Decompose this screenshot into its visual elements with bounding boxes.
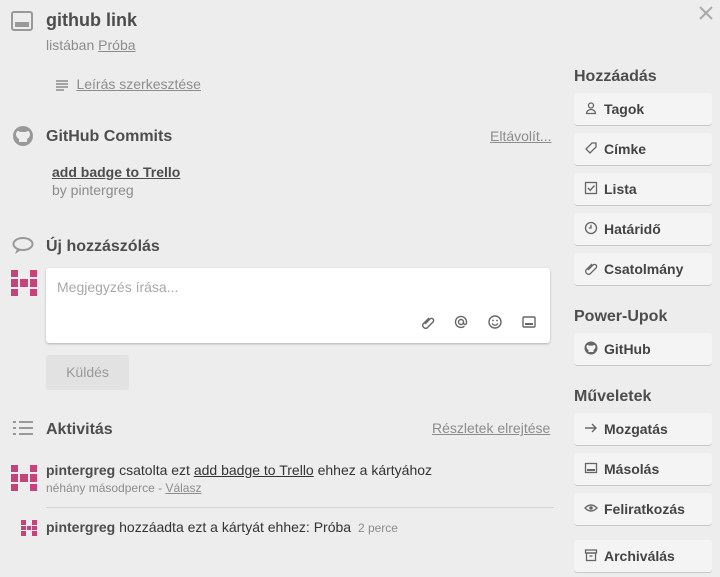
labels-button[interactable]: Címke <box>574 133 712 165</box>
members-label: Tagok <box>604 101 645 117</box>
clock-icon <box>584 221 598 235</box>
activity-meta: néhány másodperce - Válasz <box>46 481 201 495</box>
comment-icon <box>12 237 34 260</box>
attachment-label: Csatolmány <box>604 261 684 277</box>
activity-dash: - <box>158 481 163 495</box>
activity-divider <box>46 507 554 508</box>
subscribe-label: Feliratkozás <box>604 501 685 517</box>
checklist-button[interactable]: Lista <box>574 173 712 205</box>
activity-icon <box>12 420 34 443</box>
github-commits-heading: GitHub Commits <box>46 128 173 145</box>
tag-icon <box>585 142 597 154</box>
github-label: GitHub <box>604 341 651 357</box>
reply-link[interactable]: Válasz <box>165 481 201 495</box>
hide-details-link[interactable]: Részletek elrejtése <box>432 420 550 436</box>
emoji-icon[interactable] <box>488 315 502 329</box>
due-date-button[interactable]: Határidő <box>574 213 712 245</box>
activity-avatar[interactable] <box>11 465 37 491</box>
mention-icon[interactable] <box>454 315 468 329</box>
close-icon[interactable] <box>697 4 715 27</box>
add-heading: Hozzáadás <box>574 68 657 85</box>
remove-link[interactable]: Eltávolít... <box>490 128 551 144</box>
archive-icon <box>584 549 598 562</box>
comment-input[interactable]: Megjegyzés írása... <box>46 268 550 343</box>
copy-label: Másolás <box>604 461 660 477</box>
labels-label: Címke <box>604 141 647 157</box>
activity-item: pintergreg csatolta ezt add badge to Tre… <box>46 462 432 478</box>
card-list-info: listában Próba <box>46 37 136 53</box>
edit-description-label: Leírás szerkesztése <box>76 76 201 92</box>
activity-text-b: ehhez a kártyához <box>317 462 433 478</box>
activity-text-a: csatolta ezt <box>119 462 190 478</box>
new-comment-heading: Új hozzászólás <box>46 238 160 255</box>
activity-time: 2 perce <box>357 521 398 535</box>
attachment-button[interactable]: Csatolmány <box>574 253 712 285</box>
due-date-label: Határidő <box>604 221 661 237</box>
activity-heading: Aktivitás <box>46 421 113 438</box>
avatar[interactable] <box>11 270 37 296</box>
archive-button[interactable]: Archiválás <box>574 540 712 572</box>
powerups-heading: Power-Upok <box>574 308 668 325</box>
paperclip-icon <box>585 263 598 275</box>
commit-author: by pintergreg <box>52 182 134 198</box>
github-icon <box>584 341 598 355</box>
checklist-label: Lista <box>604 181 637 197</box>
send-label: Küldés <box>66 364 109 380</box>
person-icon <box>585 102 597 115</box>
move-label: Mozgatás <box>604 421 668 437</box>
card-title[interactable]: github link <box>46 10 137 31</box>
card-icon <box>584 462 598 474</box>
activity-avatar-small[interactable] <box>21 520 37 536</box>
activity-text: hozzáadta ezt a kártyát ehhez: Próba <box>119 519 352 535</box>
eye-icon <box>584 504 598 512</box>
commit-title[interactable]: add badge to Trello <box>52 164 180 180</box>
github-icon <box>12 125 34 152</box>
description-icon <box>56 80 68 91</box>
list-link[interactable]: Próba <box>98 37 135 53</box>
activity-attachment-link[interactable]: add badge to Trello <box>194 462 314 478</box>
move-button[interactable]: Mozgatás <box>574 413 712 445</box>
card-link-icon[interactable] <box>522 315 536 329</box>
card-icon <box>11 11 33 36</box>
github-powerup-button[interactable]: GitHub <box>574 333 712 365</box>
actions-heading: Műveletek <box>574 388 652 405</box>
checklist-icon <box>584 181 598 195</box>
attach-icon[interactable] <box>421 315 435 329</box>
activity-item: pintergreg hozzáadta ezt a kártyát ehhez… <box>46 519 398 535</box>
activity-user[interactable]: pintergreg <box>46 462 115 478</box>
activity-user[interactable]: pintergreg <box>46 519 115 535</box>
copy-button[interactable]: Másolás <box>574 453 712 485</box>
list-prefix: listában <box>46 37 95 53</box>
send-button[interactable]: Küldés <box>46 355 129 390</box>
edit-description-button[interactable]: Leírás szerkesztése <box>56 76 201 94</box>
members-button[interactable]: Tagok <box>574 93 712 125</box>
arrow-right-icon <box>585 423 597 433</box>
archive-label: Archiválás <box>604 548 675 564</box>
activity-time: néhány másodperce <box>46 481 155 495</box>
comment-placeholder: Megjegyzés írása... <box>57 279 179 295</box>
subscribe-button[interactable]: Feliratkozás <box>574 493 712 525</box>
